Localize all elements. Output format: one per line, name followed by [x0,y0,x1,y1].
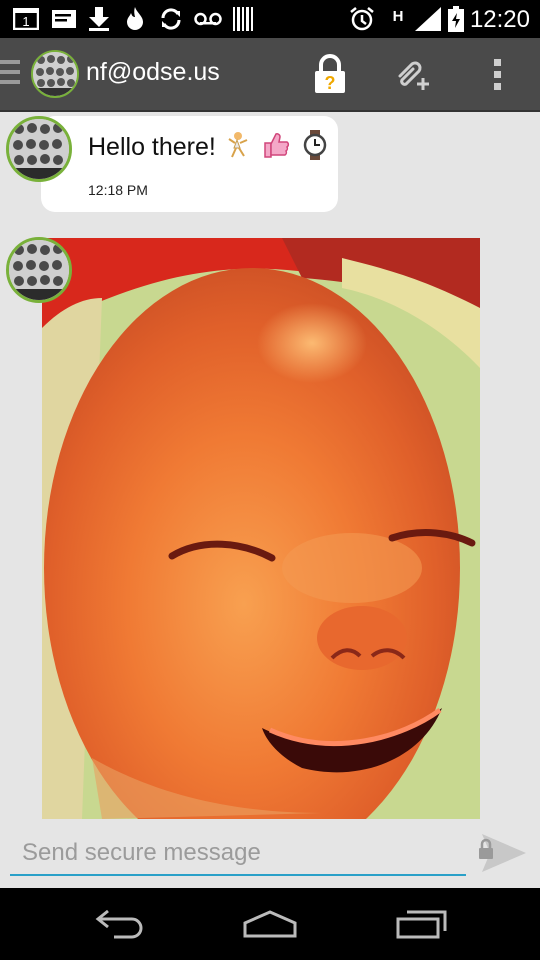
contact-title[interactable]: nf@odse.us [86,58,220,87]
navigation-bar [0,888,540,960]
status-bar: 1 H 12:20 [0,0,540,38]
message-bubble[interactable]: Hello there! 12:18 PM [41,116,338,212]
action-bar: nf@odse.us ? [0,38,540,112]
message-timestamp: 12:18 PM [88,182,148,198]
download-icon [86,7,112,31]
avatar[interactable] [6,116,72,182]
calendar-icon: 1 [12,7,40,31]
sync-icon [158,7,184,31]
back-icon[interactable] [80,904,160,944]
lock-icon[interactable]: ? [308,52,352,96]
message-text-line: Hello there! [88,130,328,167]
hamburger-icon[interactable] [0,60,20,90]
message-icon [50,7,78,31]
clock-time: 12:20 [469,6,530,33]
svg-text:1: 1 [22,14,29,29]
message-text: Hello there! [88,133,216,162]
dancer-emoji [226,131,252,166]
attach-icon[interactable] [390,52,434,96]
avatar[interactable] [31,50,79,98]
battery-charging-icon [446,6,466,32]
svg-text:?: ? [325,73,336,93]
thumbs-up-emoji [262,131,292,166]
flame-icon [124,7,146,31]
h-signal-icon: H [392,7,404,25]
alarm-icon [348,7,376,31]
message-input[interactable] [10,832,466,876]
cell-signal-icon [414,7,442,31]
voicemail-icon [194,7,222,31]
barcode-icon [232,7,254,31]
image-message[interactable] [42,238,480,819]
avatar[interactable] [6,237,72,303]
recent-apps-icon[interactable] [382,904,462,944]
home-icon[interactable] [230,904,310,944]
overflow-menu-icon[interactable] [476,52,520,96]
watch-emoji [302,130,328,167]
send-button[interactable] [474,828,530,878]
